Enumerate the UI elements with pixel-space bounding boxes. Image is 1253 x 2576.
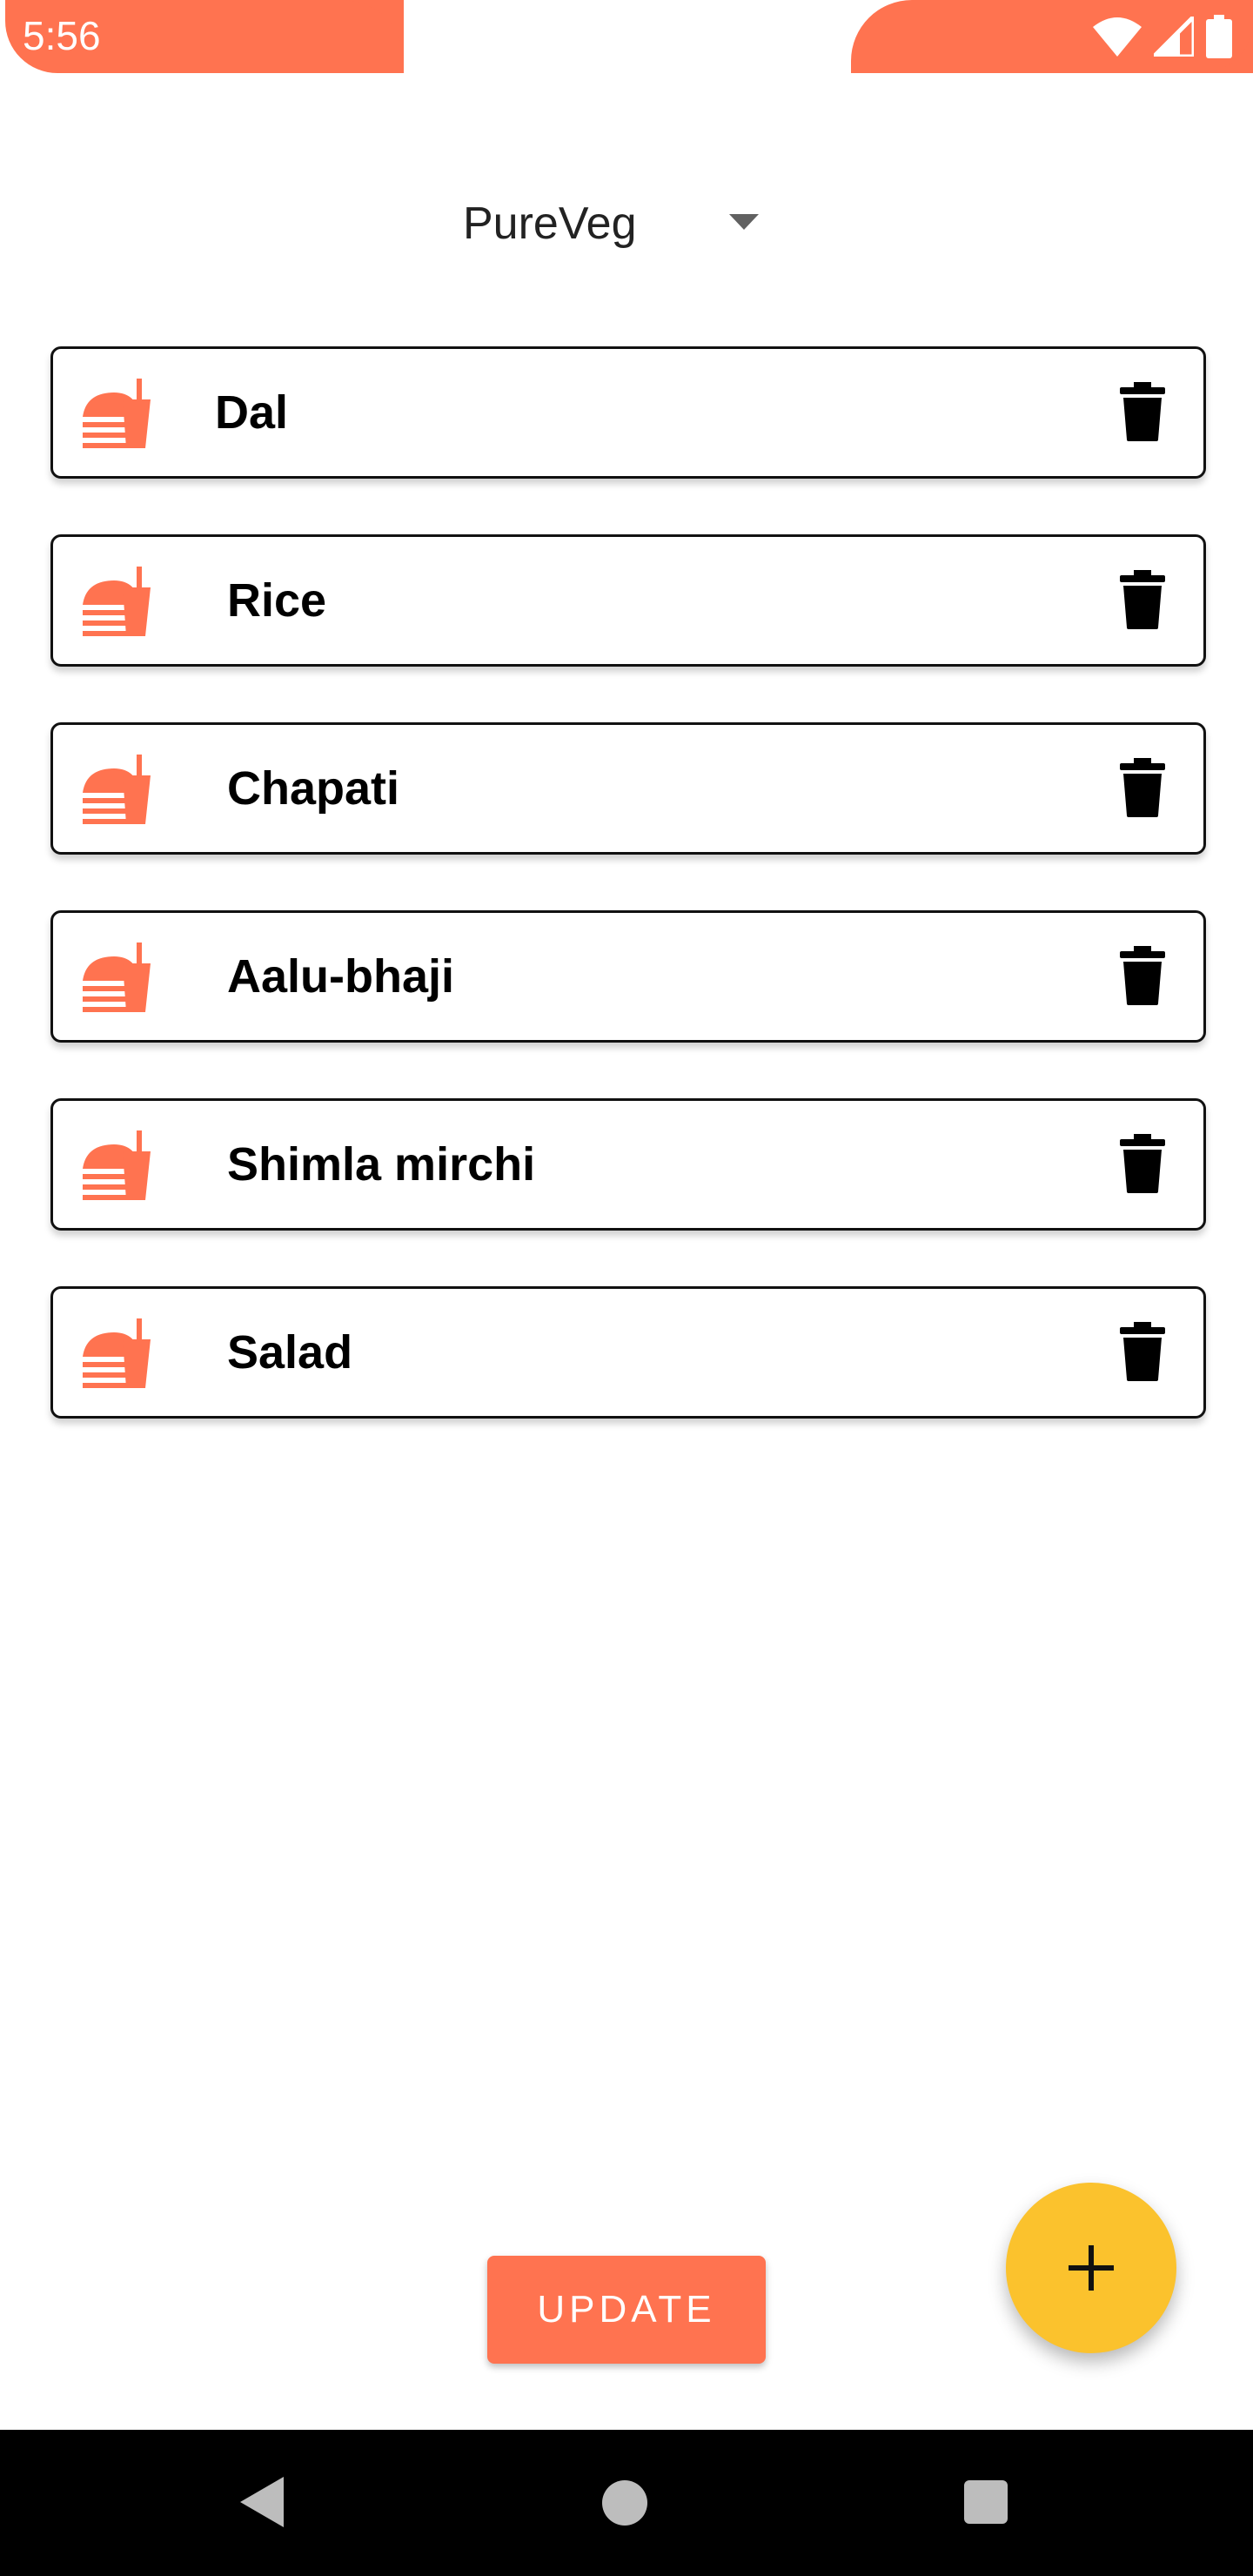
navigation-bar xyxy=(0,2430,1253,2576)
fastfood-icon xyxy=(83,379,151,448)
update-button[interactable]: UPDATE xyxy=(487,2256,766,2364)
category-spinner[interactable]: PureVeg xyxy=(452,190,774,258)
fastfood-icon xyxy=(83,1318,151,1388)
food-item-name: Dal xyxy=(215,386,289,439)
title-mask xyxy=(433,87,799,139)
food-item-name: Chapati xyxy=(227,762,400,815)
food-item-row[interactable]: Salad xyxy=(50,1286,1206,1419)
delete-icon[interactable] xyxy=(1120,570,1165,629)
food-item-row[interactable]: Shimla mirchi xyxy=(50,1098,1206,1231)
delete-icon[interactable] xyxy=(1120,382,1165,441)
food-item-name: Rice xyxy=(227,574,327,627)
food-item-row[interactable]: Chapati xyxy=(50,722,1206,855)
fastfood-icon xyxy=(83,755,151,824)
food-item-row[interactable]: Rice xyxy=(50,534,1206,667)
battery-icon xyxy=(1206,15,1232,58)
delete-icon[interactable] xyxy=(1120,1322,1165,1381)
food-item-row[interactable]: Dal xyxy=(50,346,1206,479)
page-title-fragment: A d xyxy=(0,87,1253,139)
spinner-selected-value: PureVeg xyxy=(463,198,637,249)
food-item-name: Shimla mirchi xyxy=(227,1138,536,1191)
dropdown-arrow-icon xyxy=(729,214,759,230)
delete-icon[interactable] xyxy=(1120,946,1165,1005)
fastfood-icon xyxy=(83,567,151,636)
food-item-row[interactable]: Aalu-bhaji xyxy=(50,910,1206,1043)
recents-icon[interactable] xyxy=(964,2480,1008,2524)
add-item-fab[interactable] xyxy=(1006,2183,1176,2353)
wifi-icon xyxy=(1093,17,1142,57)
home-icon[interactable] xyxy=(602,2480,647,2526)
food-item-name: Salad xyxy=(227,1326,353,1379)
status-bar: 5:56 xyxy=(0,0,1253,73)
plus-icon xyxy=(1069,2245,1114,2291)
delete-icon[interactable] xyxy=(1120,1134,1165,1193)
fastfood-icon xyxy=(83,943,151,1012)
fastfood-icon xyxy=(83,1130,151,1200)
status-time: 5:56 xyxy=(23,13,101,58)
signal-icon xyxy=(1154,17,1194,57)
status-icons xyxy=(1093,14,1232,59)
delete-icon[interactable] xyxy=(1120,758,1165,817)
back-icon[interactable] xyxy=(237,2475,285,2529)
food-item-name: Aalu-bhaji xyxy=(227,950,455,1003)
